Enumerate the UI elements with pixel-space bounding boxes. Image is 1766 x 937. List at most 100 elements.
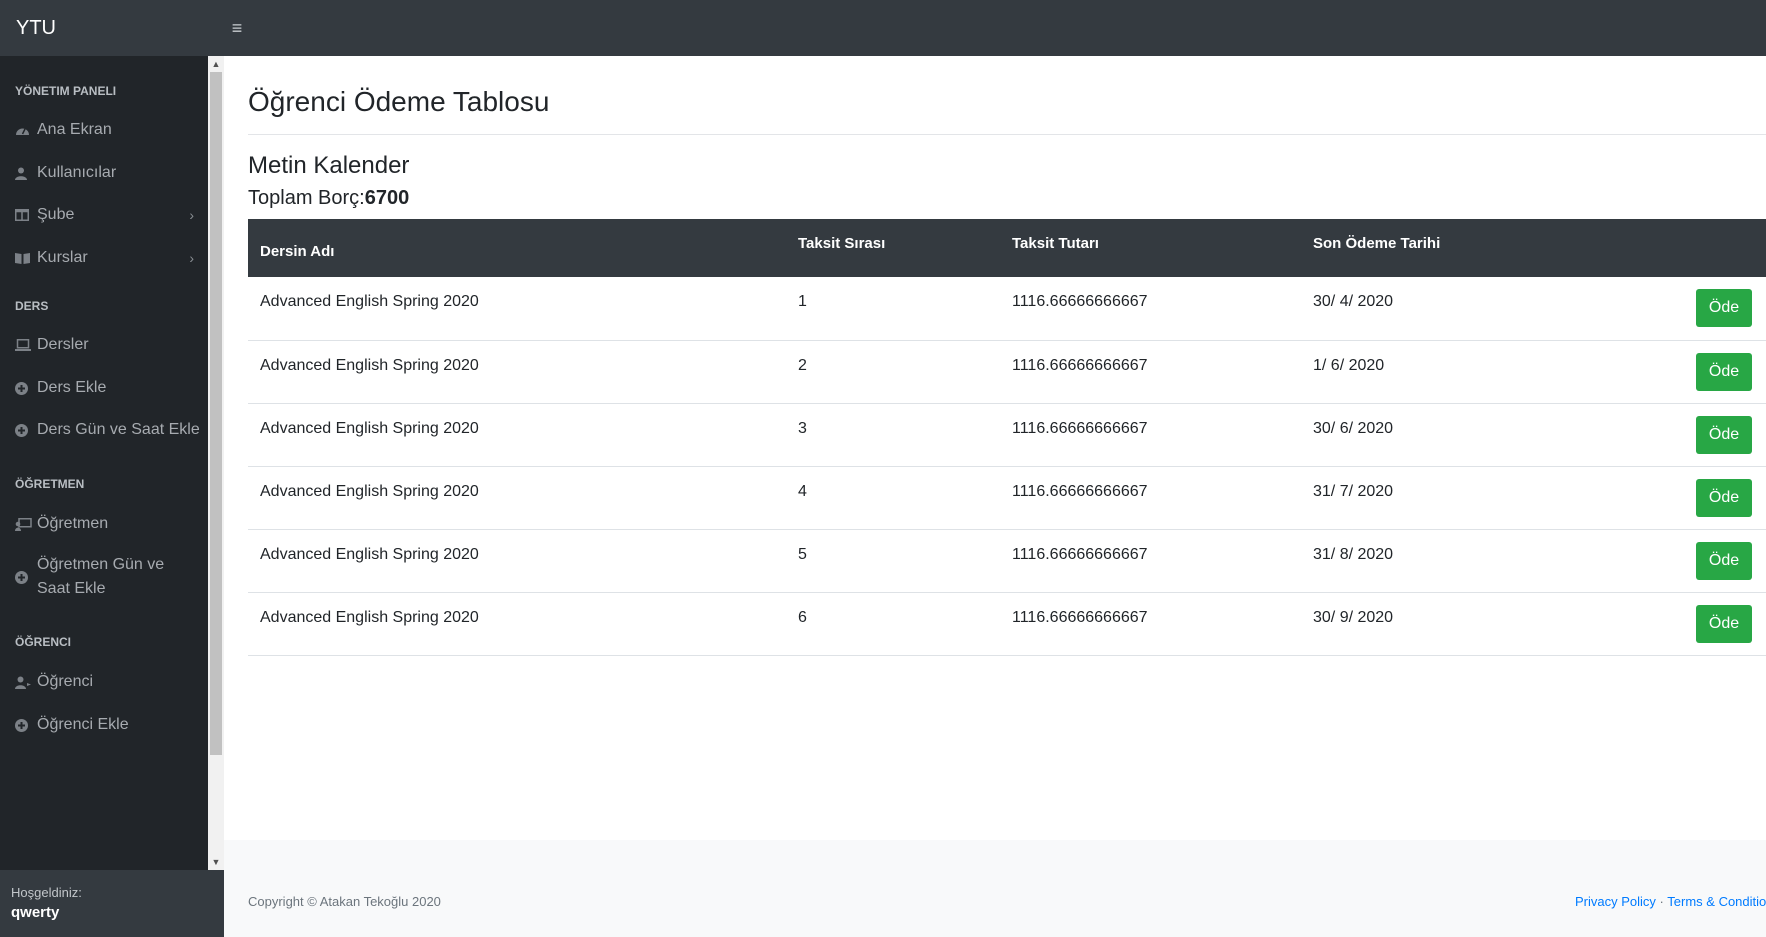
sidebar-item-label: Öğrenci Ekle (37, 716, 129, 733)
sidebar-item-label: Dersler (37, 336, 89, 353)
student-name: Metin Kalender (248, 152, 410, 179)
table-row: Advanced English Spring 2020 2 1116.666666… (248, 340, 1766, 403)
sidebar-item-ogretmen[interactable]: Öğretmen (0, 512, 208, 536)
plus-circle-icon (15, 570, 37, 584)
sidebar-item-label: Öğrenci (37, 673, 94, 690)
terms-link[interactable]: Terms & Conditions (1667, 894, 1766, 909)
table-row: Advanced English Spring 2020 1 1116.666666… (248, 277, 1766, 340)
due-date-cell: 31/ 8/ 2020 (1313, 545, 1394, 563)
sidebar-item-ders-gun-saat-ekle[interactable]: Ders Gün ve Saat Ekle (0, 418, 208, 442)
total-debt-label: Toplam Borç: (248, 187, 365, 209)
due-date-cell: 30/ 4/ 2020 (1313, 293, 1394, 310)
column-header-installment: Taksit Sırası (798, 235, 886, 252)
sidebar-footer: Hoşgeldiniz: qwerty (0, 870, 224, 937)
column-header-due-date: Son Ödeme Tarihi (1313, 235, 1441, 252)
copyright-text: Copyright © Atakan Tekoğlu 2020 (248, 894, 441, 909)
course-cell: Advanced English Spring 2020 (260, 608, 479, 626)
user-icon (15, 167, 37, 180)
footer-separator: · (1659, 894, 1664, 909)
scroll-up-icon[interactable]: ▲ (208, 56, 224, 72)
installment-cell: 2 (798, 356, 807, 374)
dashboard-icon (15, 124, 37, 136)
table-row: Advanced English Spring 2020 4 1116.666666… (248, 466, 1766, 529)
course-cell: Advanced English Spring 2020 (260, 545, 479, 563)
chevron-right-icon: › (189, 207, 194, 223)
chalkboard-teacher-icon (15, 517, 37, 531)
table-row: Advanced English Spring 2020 6 1116.666666… (248, 592, 1766, 655)
sidebar-item-label: Kullanıcılar (37, 164, 117, 181)
sidebar-item-ogrenci-ekle[interactable]: Öğrenci Ekle (0, 713, 208, 737)
due-date-cell: 30/ 6/ 2020 (1313, 419, 1394, 437)
sidebar-item-label: Öğretmen Gün ve Saat Ekle (37, 556, 165, 597)
table-header-row: Dersin Adı Taksit Sırası Taksit Tutarı S… (248, 219, 1766, 277)
amount-cell: 1116.66666666667 (1012, 608, 1148, 626)
privacy-policy-link[interactable]: Privacy Policy (1575, 894, 1656, 909)
due-date-cell: 1/ 6/ 2020 (1313, 356, 1385, 374)
amount-cell: 1116.66666666667 (1012, 545, 1148, 563)
sidebar-item-ana-ekran[interactable]: Ana Ekran (0, 118, 208, 142)
amount-cell: 1116.66666666667 (1012, 356, 1148, 374)
amount-cell: 1116.66666666667 (1012, 293, 1148, 310)
plus-circle-icon (15, 423, 37, 437)
pay-button[interactable]: Öde (1696, 541, 1752, 580)
sidebar-item-ogretmen-gun-saat-ekle[interactable]: Öğretmen Gün ve Saat Ekle (0, 553, 208, 601)
payment-table: Dersin Adı Taksit Sırası Taksit Tutarı S… (248, 219, 1766, 656)
hamburger-icon[interactable]: ≡ (225, 18, 249, 39)
installment-cell: 1 (798, 293, 807, 310)
column-header-action (1601, 219, 1766, 277)
plus-circle-icon (15, 381, 37, 395)
action-cell: Öde (1601, 403, 1766, 466)
action-cell: Öde (1601, 592, 1766, 655)
due-date-cell: 30/ 9/ 2020 (1313, 608, 1394, 626)
pay-button[interactable]: Öde (1696, 352, 1752, 391)
installment-cell: 6 (798, 608, 807, 626)
divider (248, 134, 1766, 135)
plus-circle-icon (15, 718, 37, 732)
sidebar-heading-ogrenci: ÖĞRENCI (15, 635, 72, 649)
footer-links: Privacy Policy · Terms & Conditions (1575, 894, 1766, 909)
installment-cell: 5 (798, 545, 807, 563)
course-cell: Advanced English Spring 2020 (260, 482, 479, 500)
action-cell: Öde (1601, 277, 1766, 340)
top-navbar: YTU ≡ (0, 0, 1766, 56)
column-header-amount: Taksit Tutarı (1012, 235, 1099, 252)
sidebar: YÖNETIM PANELI Ana Ekran Kullanıcılar Şu… (0, 56, 208, 870)
sidebar-item-ders-ekle[interactable]: Ders Ekle (0, 376, 208, 400)
sidebar-scrollbar-thumb[interactable] (210, 72, 222, 755)
sidebar-item-label: Ders Ekle (37, 379, 107, 396)
scroll-down-icon[interactable]: ▼ (208, 854, 224, 870)
table-body: Advanced English Spring 2020 1 1116.666666… (248, 277, 1766, 655)
sidebar-item-label: Ders Gün ve Saat Ekle (37, 421, 200, 438)
chevron-right-icon: › (189, 250, 194, 266)
laptop-icon (15, 339, 37, 351)
table-row: Advanced English Spring 2020 5 1116.666666… (248, 529, 1766, 592)
sidebar-item-label: Kurslar (37, 249, 88, 266)
amount-cell: 1116.66666666667 (1012, 482, 1148, 500)
pay-button[interactable]: Öde (1696, 604, 1752, 643)
total-debt: Toplam Borç:6700 (248, 187, 409, 210)
page-footer: Copyright © Atakan Tekoğlu 2020 Privacy … (224, 840, 1766, 937)
sidebar-item-dersler[interactable]: Dersler (0, 333, 208, 357)
course-cell: Advanced English Spring 2020 (260, 356, 479, 374)
columns-icon (15, 209, 37, 221)
pay-button[interactable]: Öde (1696, 415, 1752, 454)
pay-button[interactable]: Öde (1696, 289, 1752, 327)
welcome-label: Hoşgeldiniz: (11, 885, 82, 900)
action-cell: Öde (1601, 466, 1766, 529)
amount-cell: 1116.66666666667 (1012, 419, 1148, 437)
action-cell: Öde (1601, 529, 1766, 592)
table-row: Advanced English Spring 2020 3 1116.666666… (248, 403, 1766, 466)
page-title: Öğrenci Ödeme Tablosu (248, 86, 550, 117)
installment-cell: 3 (798, 419, 807, 437)
sidebar-item-kurslar[interactable]: Kurslar › (0, 246, 208, 270)
total-debt-value: 6700 (364, 187, 410, 209)
sidebar-item-kullanicilar[interactable]: Kullanıcılar (0, 161, 208, 185)
installment-cell: 4 (798, 482, 807, 500)
sidebar-item-label: Ana Ekran (37, 121, 112, 138)
sidebar-item-sube[interactable]: Şube › (0, 203, 208, 227)
sidebar-item-ogrenci[interactable]: Öğrenci (0, 670, 208, 694)
sidebar-heading-ogretmen: ÖĞRETMEN (15, 477, 85, 491)
main-content: Öğrenci Ödeme Tablosu Metin Kalender Top… (224, 56, 1766, 937)
brand-logo[interactable]: YTU (0, 17, 225, 40)
pay-button[interactable]: Öde (1696, 478, 1752, 517)
